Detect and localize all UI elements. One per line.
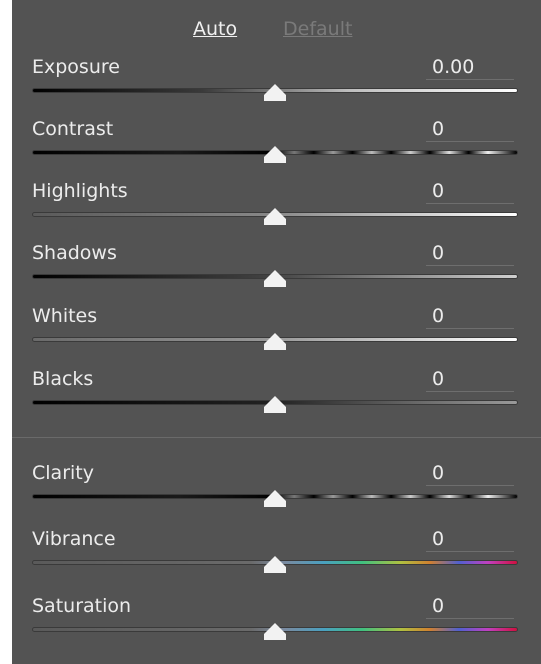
exposure-value-field[interactable]: 0.00 (426, 56, 514, 80)
whites-value-field[interactable]: 0 (426, 305, 514, 329)
exposure-row: Exposure 0.00 (12, 56, 541, 116)
blacks-slider-thumb[interactable] (264, 396, 286, 413)
saturation-slider-thumb[interactable] (264, 623, 286, 640)
contrast-label: Contrast (32, 118, 114, 140)
highlights-label: Highlights (32, 180, 128, 202)
contrast-value-field[interactable]: 0 (426, 118, 514, 142)
whites-slider-thumb[interactable] (264, 333, 286, 350)
exposure-label: Exposure (32, 56, 120, 78)
default-link[interactable]: Default (283, 18, 352, 40)
clarity-value-field[interactable]: 0 (426, 462, 514, 486)
whites-label: Whites (32, 305, 98, 327)
vibrance-row: Vibrance 0 (12, 528, 541, 588)
section-divider (12, 437, 541, 438)
clarity-label: Clarity (32, 462, 94, 484)
clarity-slider-thumb[interactable] (264, 490, 286, 507)
blacks-label: Blacks (32, 368, 94, 390)
auto-link[interactable]: Auto (193, 18, 237, 40)
highlights-slider-thumb[interactable] (264, 208, 286, 225)
contrast-row: Contrast 0 (12, 118, 541, 178)
exposure-slider-thumb[interactable] (264, 84, 286, 101)
shadows-row: Shadows 0 (12, 242, 541, 302)
blacks-row: Blacks 0 (12, 368, 541, 428)
shadows-slider-thumb[interactable] (264, 270, 286, 287)
saturation-label: Saturation (32, 595, 132, 617)
saturation-row: Saturation 0 (12, 595, 541, 655)
basic-adjustments-panel: Auto Default Exposure 0.00 Contrast 0 Hi… (12, 0, 541, 664)
saturation-value-field[interactable]: 0 (426, 595, 514, 619)
shadows-label: Shadows (32, 242, 117, 264)
blacks-value-field[interactable]: 0 (426, 368, 514, 392)
clarity-row: Clarity 0 (12, 462, 541, 522)
shadows-value-field[interactable]: 0 (426, 242, 514, 266)
whites-row: Whites 0 (12, 305, 541, 365)
vibrance-slider-thumb[interactable] (264, 556, 286, 573)
vibrance-label: Vibrance (32, 528, 116, 550)
contrast-slider-thumb[interactable] (264, 146, 286, 163)
highlights-value-field[interactable]: 0 (426, 180, 514, 204)
highlights-row: Highlights 0 (12, 180, 541, 240)
vibrance-value-field[interactable]: 0 (426, 528, 514, 552)
auto-default-links: Auto Default (12, 14, 541, 44)
